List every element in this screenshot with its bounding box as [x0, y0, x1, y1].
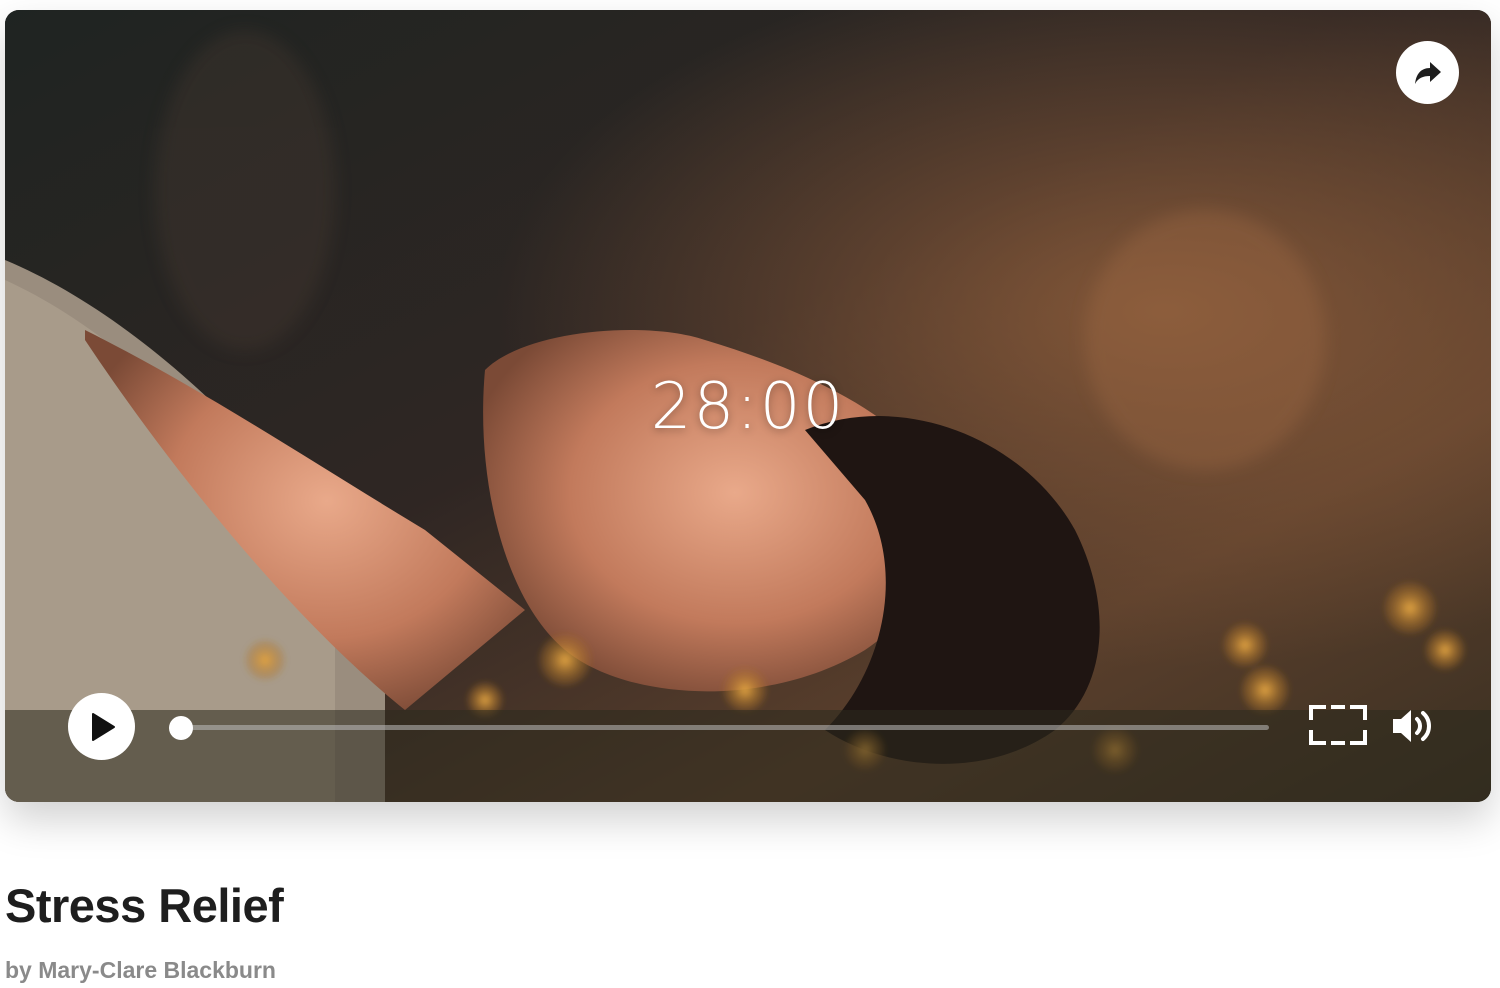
share-arrow-icon: [1414, 61, 1441, 84]
progress-thumb[interactable]: [169, 715, 193, 740]
volume-icon: [1393, 710, 1431, 742]
session-title: Stress Relief: [5, 879, 284, 932]
progress-bar[interactable]: [169, 715, 1269, 740]
video-player[interactable]: 28:00: [5, 10, 1491, 802]
author-byline: by Mary-Clare Blackburn: [5, 957, 276, 983]
fullscreen-button[interactable]: [1308, 704, 1368, 746]
play-icon: [91, 712, 115, 741]
share-button[interactable]: [1396, 41, 1459, 104]
timer-display: 28:00: [650, 370, 846, 444]
volume-button[interactable]: [1390, 704, 1438, 748]
fullscreen-icon: [1309, 705, 1367, 745]
meditation-page: 28:00 Stress Relief by Mary-Clare Blackb…: [0, 0, 1500, 988]
play-button[interactable]: [68, 693, 135, 760]
